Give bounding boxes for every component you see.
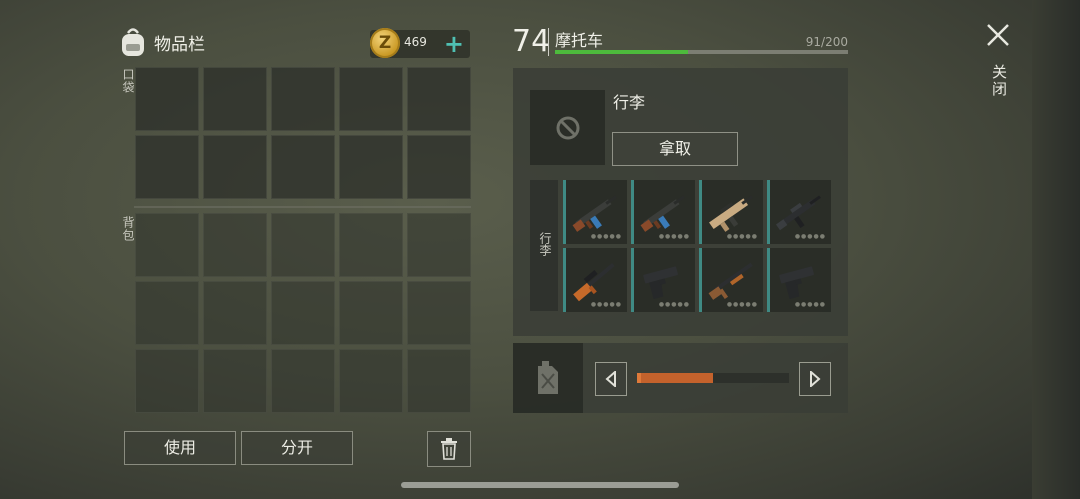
shotgun-icon: [708, 262, 753, 300]
backpack-slot[interactable]: [339, 213, 403, 277]
backpack-slot[interactable]: [407, 213, 471, 277]
jerrycan-icon: [538, 361, 558, 394]
luggage-grid: ●●●●● ●●●●● ●●●●● ●●●●● ●●●●● ●●●●● ●●●●…: [563, 180, 831, 312]
luggage-container-slot[interactable]: [530, 90, 605, 165]
close-label[interactable]: 关闭: [989, 64, 1010, 98]
pocket-slot[interactable]: [203, 135, 267, 199]
rarity-dots: ●●●●●: [658, 301, 690, 308]
close-icon[interactable]: [985, 22, 1011, 48]
inventory-header: 物品栏: [118, 26, 205, 58]
luggage-slot[interactable]: ●●●●●: [699, 180, 763, 244]
coin-balance: Z 469 +: [370, 28, 470, 58]
backpack-slot[interactable]: [407, 349, 471, 413]
luggage-slot[interactable]: ●●●●●: [563, 180, 627, 244]
luggage-side-label: 行李: [538, 232, 552, 256]
backpack-slot[interactable]: [203, 349, 267, 413]
backpack-slot[interactable]: [339, 281, 403, 345]
right-edge-shade: [1032, 0, 1080, 499]
pocket-slot[interactable]: [135, 135, 199, 199]
backpack-grid: [135, 213, 471, 413]
use-button[interactable]: 使用: [124, 431, 236, 465]
backpack-icon: [122, 28, 144, 56]
vehicle-separator: [548, 28, 549, 56]
black-rifle-icon: [775, 195, 821, 231]
vehicle-capacity-bar: [555, 50, 848, 54]
pistol-icon: [779, 266, 814, 300]
backpack-slot[interactable]: [135, 213, 199, 277]
fuel-increase-button[interactable]: [799, 362, 831, 396]
rarity-dots: ●●●●●: [726, 233, 758, 240]
fuel-slot[interactable]: [513, 343, 583, 413]
trash-icon: [441, 438, 457, 460]
rarity-dots: ●●●●●: [794, 301, 826, 308]
pocket-slot[interactable]: [271, 67, 335, 131]
luggage-title: 行李: [613, 93, 646, 112]
luggage-slot[interactable]: ●●●●●: [767, 180, 831, 244]
pocket-slot[interactable]: [339, 67, 403, 131]
add-coins-button[interactable]: +: [444, 30, 464, 58]
pocket-slot[interactable]: [203, 67, 267, 131]
backpack-slot[interactable]: [271, 213, 335, 277]
inventory-title: 物品栏: [154, 34, 205, 55]
vehicle-level: 74: [512, 24, 551, 59]
assault-rifle-blue-icon: [572, 195, 617, 232]
assault-rifle-blue-icon: [640, 195, 685, 232]
rarity-dots: ●●●●●: [590, 233, 622, 240]
rarity-dots: ●●●●●: [658, 233, 690, 240]
luggage-slot[interactable]: ●●●●●: [699, 248, 763, 312]
backpack-slot[interactable]: [407, 281, 471, 345]
tan-rifle-icon: [709, 195, 753, 232]
backpack-slot[interactable]: [135, 349, 199, 413]
luggage-slot[interactable]: ●●●●●: [631, 180, 695, 244]
backpack-slot[interactable]: [271, 281, 335, 345]
section-divider: [134, 206, 471, 208]
delete-button[interactable]: [427, 431, 471, 467]
split-button[interactable]: 分开: [241, 431, 353, 465]
fuel-slider[interactable]: [637, 373, 789, 383]
fuel-slider-fill: [637, 373, 713, 383]
pocket-slot[interactable]: [339, 135, 403, 199]
sniper-rifle-orange-icon: [573, 263, 615, 302]
pocket-grid: [135, 67, 471, 199]
arrow-right-icon: [810, 371, 821, 387]
pistol-icon: [643, 266, 678, 300]
backpack-slot[interactable]: [271, 349, 335, 413]
empty-slot-icon: [556, 116, 579, 139]
rarity-dots: ●●●●●: [794, 233, 826, 240]
rarity-dots: ●●●●●: [726, 301, 758, 308]
coin-count: 469: [404, 35, 427, 49]
luggage-slot[interactable]: ●●●●●: [631, 248, 695, 312]
vehicle-capacity-fill: [555, 50, 689, 54]
pocket-slot[interactable]: [271, 135, 335, 199]
luggage-slot[interactable]: ●●●●●: [563, 248, 627, 312]
luggage-slot[interactable]: ●●●●●: [767, 248, 831, 312]
vehicle-capacity-text: 91/200: [805, 35, 848, 49]
pocket-slot[interactable]: [135, 67, 199, 131]
arrow-left-icon: [605, 371, 616, 387]
backpack-slot[interactable]: [203, 213, 267, 277]
vehicle-name: 摩托车: [555, 31, 604, 50]
coin-icon: Z: [370, 28, 400, 58]
rarity-dots: ●●●●●: [590, 301, 622, 308]
backpack-slot[interactable]: [135, 281, 199, 345]
backpack-slot[interactable]: [339, 349, 403, 413]
pocket-slot[interactable]: [407, 135, 471, 199]
backpack-slot[interactable]: [203, 281, 267, 345]
pocket-slot[interactable]: [407, 67, 471, 131]
take-button[interactable]: 拿取: [612, 132, 738, 166]
home-indicator: [401, 482, 679, 488]
fuel-decrease-button[interactable]: [595, 362, 627, 396]
